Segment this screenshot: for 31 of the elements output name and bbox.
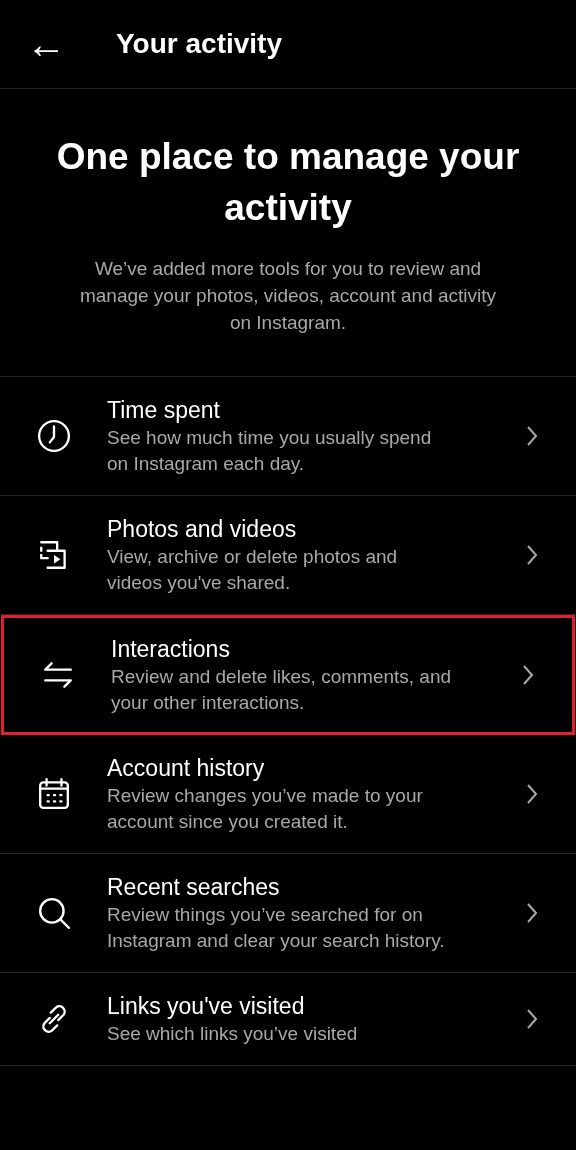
- item-description: Review and delete likes, comments, and your other interactions.: [111, 665, 453, 715]
- menu-item[interactable]: Links you've visited See which links you’ve visited: [0, 973, 576, 1066]
- item-title: Links you've visited: [107, 992, 306, 1021]
- item-title: Photos and videos: [107, 515, 298, 544]
- chevron-icon: [526, 425, 538, 447]
- menu-item[interactable]: Recent searches Review things you’ve searched for on Instagram and clear your search history.: [0, 854, 576, 973]
- clock-icon: [36, 419, 71, 453]
- item-title: Time spent: [107, 396, 221, 425]
- highlighted-menu-item[interactable]: Interactions Review and delete likes, comments, and your other interactions.: [1, 615, 575, 735]
- chevron-icon: [526, 544, 538, 566]
- back-button[interactable]: ←: [26, 24, 66, 64]
- chevron-icon: [526, 783, 538, 805]
- item-description: See which links you’ve visited: [107, 1022, 359, 1046]
- heading: One place to manage your activity: [55, 135, 521, 230]
- item-description: See how much time you usually spend on Instagram each day.: [107, 426, 433, 476]
- calendar-icon: [36, 777, 71, 811]
- item-title: Account history: [107, 754, 266, 783]
- item-description: Review changes you’ve made to your account since you created it.: [107, 784, 424, 834]
- item-title: Interactions: [111, 635, 231, 664]
- chevron-icon: [522, 664, 534, 686]
- intro-text: We’ve added more tools for you to review and manage your photos, videos, account and activity on Instagram.: [78, 257, 498, 335]
- page-title: Your activity: [116, 27, 282, 61]
- item-description: View, archive or delete photos and videos you've shared.: [107, 545, 399, 595]
- chevron-icon: [526, 1008, 538, 1030]
- chevron-icon: [526, 902, 538, 924]
- menu-item[interactable]: Time spent See how much time you usually spend on Instagram each day.: [0, 377, 576, 496]
- menu-item[interactable]: Account history Review changes you’ve made to your account since you created it.: [0, 735, 576, 854]
- search-icon: [36, 896, 71, 930]
- item-title: Recent searches: [107, 873, 281, 902]
- item-description: Review things you’ve searched for on Instagram and clear your search history.: [107, 903, 446, 953]
- menu-item[interactable]: Photos and videos View, archive or delete photos and videos you've shared.: [0, 496, 576, 615]
